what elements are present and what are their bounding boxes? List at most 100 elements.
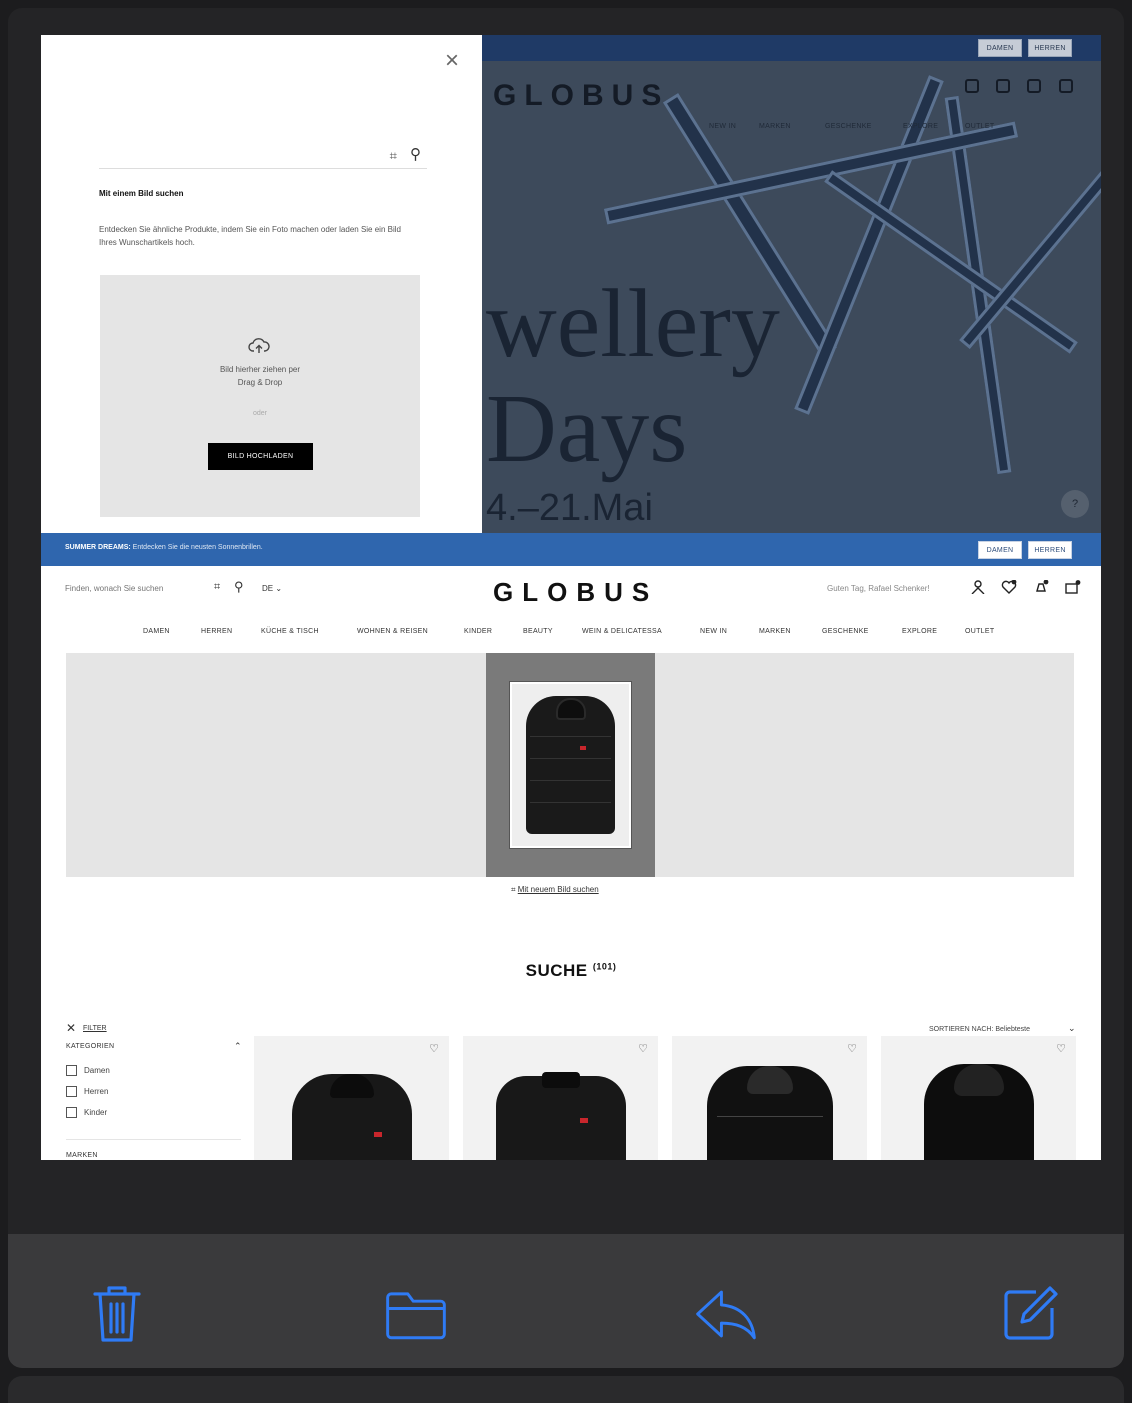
folder-icon[interactable]: [384, 1282, 448, 1346]
promo-text[interactable]: SUMMER DREAMS: Entdecken Sie die neusten…: [65, 544, 263, 551]
nav-item-wein-delicatessa[interactable]: WEIN & DELICATESSA: [582, 628, 662, 635]
close-icon[interactable]: ×: [445, 49, 459, 73]
camera-scan-icon[interactable]: ⌗: [390, 148, 397, 164]
nav-item-explore[interactable]: EXPLORE: [902, 628, 937, 635]
next-message-edge: [8, 1376, 1124, 1403]
jacket-quilt-line: [530, 758, 611, 759]
jacket-logo-patch: [373, 1132, 382, 1137]
hero-damen-pill[interactable]: DAMEN: [978, 39, 1022, 57]
image-search-modal: × ⌗ ⚲ Mit einem Bild suchen Entdecken Si…: [41, 35, 482, 533]
nav-item-marken[interactable]: MARKEN: [759, 628, 791, 635]
language-selector[interactable]: DE ⌄: [262, 584, 282, 593]
trash-icon[interactable]: [85, 1282, 149, 1346]
hero-cart-icon[interactable]: [1059, 79, 1073, 93]
product-card[interactable]: ♡: [672, 1036, 867, 1160]
bottom-toolbar: [8, 1234, 1124, 1368]
image-search-description: Entdecken Sie ähnliche Produkte, indem S…: [99, 225, 401, 247]
hero-account-icon[interactable]: [965, 79, 979, 93]
hero-nav-item[interactable]: EXPLORE: [903, 123, 938, 130]
wishlist-heart-icon[interactable]: ♡: [847, 1042, 857, 1055]
cart-icon[interactable]: [1065, 580, 1081, 597]
upload-image-button[interactable]: BILD HOCHLADEN: [208, 443, 313, 470]
product-image: [291, 1074, 412, 1160]
account-icon[interactable]: [971, 580, 985, 597]
sort-selector[interactable]: SORTIEREN NACH: Beliebteste: [929, 1026, 1030, 1033]
nav-item-herren[interactable]: HERREN: [201, 628, 232, 635]
drop-instructions: Bild hierher ziehen per Drag & Drop: [100, 363, 420, 389]
nav-item-kueche-tisch[interactable]: KÜCHE & TISCH: [261, 628, 319, 635]
hero-nav-item[interactable]: OUTLET: [965, 123, 994, 130]
checkbox-label[interactable]: Herren: [84, 1087, 108, 1096]
jacket-logo-patch: [579, 1118, 588, 1123]
result-count: (101): [592, 961, 617, 972]
jacket-quilt-line: [530, 802, 611, 803]
category-heading[interactable]: KATEGORIEN: [66, 1043, 114, 1050]
hero-nav-item[interactable]: NEW IN: [709, 123, 736, 130]
hero-notification-icon[interactable]: [1027, 79, 1041, 93]
screenshot-frame: DAMEN HERREN GLOBUS NEW IN MARKEN GESCHE…: [8, 8, 1124, 1368]
jacket-hood: [556, 698, 586, 720]
wishlist-icon[interactable]: [1001, 579, 1017, 597]
wishlist-heart-icon[interactable]: ♡: [1056, 1042, 1066, 1055]
product-card[interactable]: ♡: [254, 1036, 449, 1160]
globus-logo[interactable]: GLOBUS: [493, 577, 658, 608]
uploaded-image-preview[interactable]: [510, 682, 631, 848]
chevron-down-icon[interactable]: ⌄: [1068, 1023, 1076, 1034]
divider: [66, 1139, 241, 1140]
nav-item-outlet[interactable]: OUTLET: [965, 628, 994, 635]
nav-item-wohnen-reisen[interactable]: WOHNEN & REISEN: [357, 628, 428, 635]
image-search-heading: Mit einem Bild suchen: [99, 189, 184, 198]
nav-item-beauty[interactable]: BEAUTY: [523, 628, 553, 635]
modal-search-input[interactable]: [99, 152, 369, 163]
checkbox-herren[interactable]: [66, 1086, 77, 1097]
close-filter-icon[interactable]: ✕: [66, 1021, 76, 1035]
nav-item-kinder[interactable]: KINDER: [464, 628, 492, 635]
hero-nav-item[interactable]: MARKEN: [759, 123, 791, 130]
hero-logo: GLOBUS: [493, 79, 670, 112]
product-card[interactable]: ♡: [463, 1036, 658, 1160]
nav-item-geschenke[interactable]: GESCHENKE: [822, 628, 869, 635]
jacket-quilt-line: [530, 736, 611, 737]
hero-date: 4.–21.Mai: [486, 487, 653, 529]
checkbox-label[interactable]: Kinder: [84, 1108, 107, 1117]
user-greeting: Guten Tag, Rafael Schenker!: [827, 584, 930, 593]
product-card[interactable]: ♡: [881, 1036, 1076, 1160]
notification-icon[interactable]: [1033, 579, 1049, 597]
new-image-search-label: Mit neuem Bild suchen: [517, 885, 599, 894]
camera-scan-icon: ⌗: [511, 885, 518, 894]
help-button[interactable]: ?: [1061, 490, 1089, 518]
jacket-image: [526, 696, 615, 834]
search-icon[interactable]: ⚲: [234, 579, 244, 595]
brands-heading[interactable]: MARKEN: [66, 1152, 98, 1159]
jacket-quilt-line: [530, 780, 611, 781]
filter-toggle[interactable]: FILTER: [83, 1025, 107, 1032]
reply-icon[interactable]: [694, 1282, 758, 1346]
wishlist-heart-icon[interactable]: ♡: [638, 1042, 648, 1055]
compose-icon[interactable]: [998, 1282, 1062, 1346]
chevron-up-icon[interactable]: ⌃: [234, 1041, 242, 1052]
image-drop-zone[interactable]: Bild hierher ziehen per Drag & Drop oder…: [100, 275, 420, 517]
new-image-search-link[interactable]: ⌗ Mit neuem Bild suchen: [511, 885, 599, 895]
damen-pill[interactable]: DAMEN: [978, 541, 1022, 559]
search-icon[interactable]: ⚲: [410, 145, 421, 163]
header-search-input[interactable]: [65, 584, 205, 593]
hero-herren-pill[interactable]: HERREN: [1028, 39, 1072, 57]
checkbox-label[interactable]: Damen: [84, 1066, 110, 1075]
product-image: [923, 1064, 1034, 1160]
hero-headline-1: wellery: [486, 270, 780, 378]
hero-nav-item[interactable]: GESCHENKE: [825, 123, 872, 130]
jacket-quilt-line: [716, 1116, 823, 1117]
checkbox-kinder[interactable]: [66, 1107, 77, 1118]
or-separator: oder: [252, 410, 267, 417]
nav-item-new-in[interactable]: NEW IN: [700, 628, 727, 635]
product-image: [706, 1066, 833, 1160]
jacket-collar: [541, 1072, 580, 1088]
jacket-hood: [329, 1074, 374, 1098]
nav-item-damen[interactable]: DAMEN: [143, 628, 170, 635]
herren-pill[interactable]: HERREN: [1028, 541, 1072, 559]
hero-wishlist-icon[interactable]: [996, 79, 1010, 93]
camera-scan-icon[interactable]: ⌗: [214, 581, 220, 594]
promo-message: Entdecken Sie die neusten Sonnenbrillen.: [130, 544, 263, 551]
checkbox-damen[interactable]: [66, 1065, 77, 1076]
wishlist-heart-icon[interactable]: ♡: [429, 1042, 439, 1055]
